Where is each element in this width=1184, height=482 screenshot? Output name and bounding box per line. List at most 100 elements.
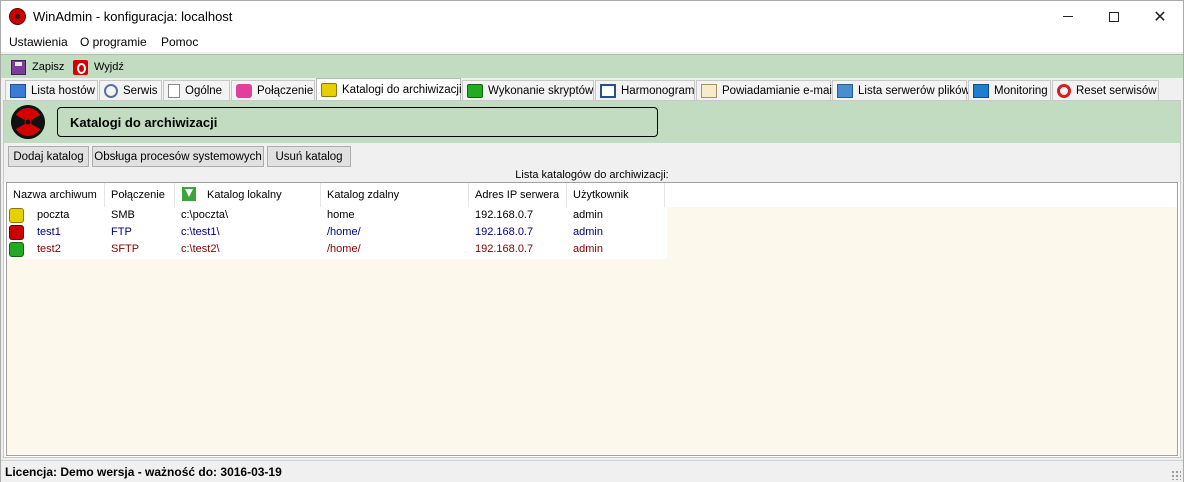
toolbar: Zapisz Wyjdź [1,54,1183,78]
power-icon [73,59,88,75]
servers-icon [837,83,853,98]
main-window: WinAdmin - konfiguracja: localhost ✕ Ust… [0,0,1184,482]
save-button[interactable]: Zapisz [11,58,64,76]
maximize-button[interactable] [1091,1,1137,32]
tab-label: Ogólne [185,84,223,97]
cell-connection: SMB [111,209,135,221]
remove-catalog-button[interactable]: Usuń katalog [267,146,351,167]
cell-local: c:\test2\ [181,243,220,255]
connection-icon [236,83,252,98]
tab-reset-serwisow[interactable]: Reset serwisów [1052,80,1159,100]
radiation-icon [11,105,45,139]
menu-bar: Ustawienia O programie Pomoc [1,32,1183,52]
script-cube-icon [467,83,483,98]
tab-label: Powiadamianie e-mail [722,84,835,97]
tab-ogolne[interactable]: Ogólne [163,80,230,100]
section-header: Katalogi do archiwizacji [4,101,1180,143]
tab-page-katalogi: Katalogi do archiwizacji Dodaj katalog O… [3,100,1181,458]
license-status: Licencja: Demo wersja - ważność do: 3016… [5,465,282,479]
table-row[interactable]: poczta SMB c:\poczta\ home 192.168.0.7 a… [7,207,667,224]
column-header-ip[interactable]: Adres IP serwera [469,183,567,207]
tab-label: Harmonogram [621,84,695,97]
cell-local: c:\test1\ [181,226,220,238]
list-caption: Lista katalogów do archiwizacji: [4,169,1180,182]
tab-strip: Lista hostów Serwis Ogólne Połączenie Ka… [1,78,1183,100]
cell-name: test1 [37,226,61,238]
tab-polaczenie[interactable]: Połączenie [231,80,315,100]
cell-connection: SFTP [111,243,140,255]
section-title: Katalogi do archiwizacji [57,107,658,137]
window-title: WinAdmin - konfiguracja: localhost [33,9,233,24]
minimize-button[interactable] [1045,1,1091,32]
tab-lista-hostow[interactable]: Lista hostów [5,80,98,100]
cell-name: poczta [37,209,70,221]
cell-remote: /home/ [327,243,361,255]
column-header-local-label: Katalog lokalny [207,189,282,201]
list-header: Nazwa archiwum Połączenie Katalog lokaln… [7,183,1177,207]
archive-cube-icon [321,82,337,97]
tab-label: Wykonanie skryptów [488,84,594,97]
table-row[interactable]: test1 FTP c:\test1\ /home/ 192.168.0.7 a… [7,224,667,241]
app-logo-icon [9,8,26,25]
column-header-connection[interactable]: Połączenie [105,183,175,207]
close-icon: ✕ [1153,8,1167,26]
download-arrow-icon [182,187,196,201]
tab-label: Lista serwerów plików [858,84,970,97]
system-processes-button[interactable]: Obsługa procesów systemowych [92,146,264,167]
tab-wykonanie-skryptow[interactable]: Wykonanie skryptów [462,80,594,100]
menu-pomoc[interactable]: Pomoc [161,35,198,49]
status-bar: Licencja: Demo wersja - ważność do: 3016… [1,460,1183,482]
archive-cube-icon [9,242,24,257]
tab-label: Serwis [123,84,158,97]
action-bar: Dodaj katalog Obsługa procesów systemowy… [4,143,1180,169]
tab-serwis[interactable]: Serwis [99,80,162,100]
title-bar: WinAdmin - konfiguracja: localhost ✕ [1,1,1183,32]
cell-remote: /home/ [327,226,361,238]
monitor-icon [973,83,989,98]
column-header-user[interactable]: Użytkownik [567,183,665,207]
cell-local: c:\poczta\ [181,209,229,221]
cell-ip: 192.168.0.7 [475,243,534,255]
cell-remote: home [327,209,355,221]
maximize-icon [1109,11,1119,22]
envelope-icon [701,83,717,98]
reset-icon [1057,83,1071,98]
tab-katalogi-do-archiwizacji[interactable]: Katalogi do archiwizacji [316,78,462,100]
cell-connection: FTP [111,226,132,238]
minimize-icon [1063,16,1073,17]
tab-label: Lista hostów [31,84,95,97]
tab-label: Połączenie [257,84,314,97]
tab-label: Reset serwisów [1076,84,1157,97]
tab-monitoring[interactable]: Monitoring [968,80,1051,100]
tab-powiadamianie-email[interactable]: Powiadamianie e-mail [696,80,835,100]
menu-o-programie[interactable]: O programie [80,35,147,49]
catalog-list[interactable]: Nazwa archiwum Połączenie Katalog lokaln… [6,182,1178,456]
exit-button[interactable]: Wyjdź [73,58,124,76]
gear-icon [104,83,118,98]
add-catalog-button[interactable]: Dodaj katalog [8,146,89,167]
cell-ip: 192.168.0.7 [475,209,534,221]
menu-ustawienia[interactable]: Ustawienia [9,35,68,49]
table-row[interactable]: test2 SFTP c:\test2\ /home/ 192.168.0.7 … [7,241,667,258]
column-header-local[interactable]: Katalog lokalny [175,183,321,207]
archive-cube-icon [9,225,24,240]
tab-label: Monitoring [994,84,1048,97]
archive-cube-icon [9,208,24,223]
tab-harmonogram[interactable]: Harmonogram [595,80,695,100]
tab-label: Katalogi do archiwizacji [342,83,462,96]
list-rows: poczta SMB c:\poczta\ home 192.168.0.7 a… [7,207,667,259]
tab-lista-serwerow-plikow[interactable]: Lista serwerów plików [832,80,970,100]
calendar-icon [600,83,616,98]
save-label: Zapisz [32,61,65,73]
column-header-remote[interactable]: Katalog zdalny [321,183,469,207]
cell-name: test2 [37,243,61,255]
close-button[interactable]: ✕ [1137,1,1183,32]
column-header-name[interactable]: Nazwa archiwum [7,183,105,207]
exit-label: Wyjdź [94,61,124,73]
cell-ip: 192.168.0.7 [475,226,534,238]
monitor-icon [10,83,26,98]
floppy-disk-icon [11,59,26,75]
resize-grip-icon[interactable] [1171,470,1181,480]
cell-user: admin [573,226,603,238]
document-icon [168,83,180,98]
